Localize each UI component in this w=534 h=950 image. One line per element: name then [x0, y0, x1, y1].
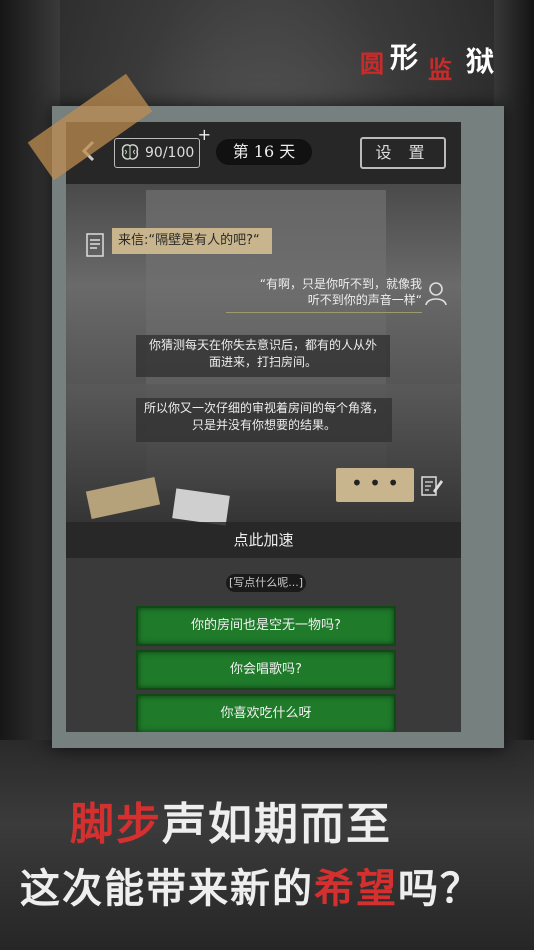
slogan-text: 声如期而至	[162, 799, 392, 850]
brain-meter[interactable]: 90/100 +	[114, 125, 211, 168]
typing-indicator: • • •	[336, 468, 414, 502]
day-counter: 第 16 天	[216, 139, 312, 165]
person-icon	[425, 282, 447, 306]
logo-char: 监	[428, 55, 452, 84]
reply-line: 听不到你的声音一样“	[307, 293, 422, 307]
choice-option-3[interactable]: 你喜欢吃什么呀	[136, 694, 396, 732]
write-icon[interactable]	[420, 474, 444, 498]
logo-char: 圆	[360, 49, 384, 78]
brain-icon	[121, 144, 139, 160]
logo-char: 形	[390, 41, 419, 74]
speed-up-button[interactable]: 点此加速	[66, 522, 461, 558]
letter-message: 来信:“隔壁是有人的吧?“	[112, 228, 272, 254]
game-frame: 90/100 + 第 16 天 设 置 来信:“隔壁是有人的吧?“ “有啊，只是…	[52, 106, 504, 748]
narration-text: 你猜测每天在你失去意识后，都有的人从外 面进来，打扫房间。	[136, 335, 390, 377]
brain-value: 90/100	[145, 145, 195, 161]
choice-option-1[interactable]: 你的房间也是空无一物吗?	[136, 606, 396, 646]
settings-button[interactable]: 设 置	[360, 137, 446, 169]
slogan-highlight: 希望	[314, 866, 398, 912]
add-icon[interactable]: +	[198, 125, 211, 144]
cell-room: 来信:“隔壁是有人的吧?“ “有啊，只是你听不到，就像我 听不到你的声音一样“ …	[66, 184, 461, 526]
slogan-text: 吗？	[398, 866, 482, 912]
game-screen: 90/100 + 第 16 天 设 置 来信:“隔壁是有人的吧?“ “有啊，只是…	[66, 122, 461, 732]
logo-char: 狱	[466, 45, 495, 78]
choice-option-2[interactable]: 你会唱歌吗?	[136, 650, 396, 690]
slogan-line-2: 这次能带来新的希望吗？	[20, 856, 482, 914]
narration-line: 你猜测每天在你失去意识后，都有的人从外	[148, 338, 377, 352]
narration-line: 所以你又一次仔细的审视着房间的每个角落，	[143, 401, 384, 415]
narration-line: 只是并没有你想要的结果。	[191, 418, 336, 432]
game-logo: 圆 形 监 狱	[356, 36, 516, 84]
narration-text: 所以你又一次仔细的审视着房间的每个角落， 只是并没有你想要的结果。	[136, 398, 392, 442]
reply-message: “有啊，只是你听不到，就像我 听不到你的声音一样“	[226, 276, 422, 313]
slogan-text: 这次能带来新的	[20, 866, 314, 912]
reply-line: “有啊，只是你听不到，就像我	[259, 277, 422, 291]
write-prompt: [写点什么呢...]	[226, 574, 306, 592]
top-bar: 90/100 + 第 16 天 设 置	[66, 122, 461, 184]
slogan-line-1: 脚步声如期而至	[70, 788, 392, 852]
letter-icon	[86, 233, 104, 257]
slogan-highlight: 脚步	[70, 799, 162, 850]
narration-line: 面进来，打扫房间。	[208, 355, 317, 369]
